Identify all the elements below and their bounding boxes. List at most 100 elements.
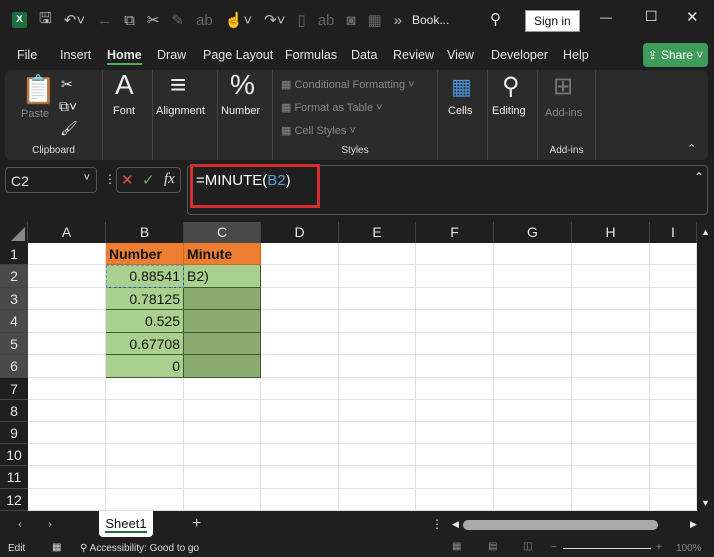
cell-A11[interactable]	[28, 466, 106, 489]
cell-B1[interactable]: Number	[106, 243, 184, 265]
row-header-2[interactable]: 2	[0, 265, 28, 288]
row-header-7[interactable]: 7	[0, 378, 28, 400]
zoom-level[interactable]: 100%	[676, 543, 702, 554]
cell-F11[interactable]	[416, 466, 494, 489]
cell-C4[interactable]	[184, 310, 261, 333]
cell-H3[interactable]	[572, 288, 650, 310]
column-header-H[interactable]: H	[572, 222, 650, 243]
tab-view[interactable]: View	[447, 48, 474, 62]
zoom-out-icon[interactable]: −	[551, 542, 557, 553]
cell-A2[interactable]	[28, 265, 106, 288]
cell-C3[interactable]	[184, 288, 261, 310]
cell-E6[interactable]	[339, 355, 416, 378]
cut-icon[interactable]: ✂	[147, 11, 160, 29]
camera-icon[interactable]: ◙	[346, 12, 355, 29]
tab-formulas[interactable]: Formulas	[285, 48, 337, 62]
cell-A4[interactable]	[28, 310, 106, 333]
row-header-8[interactable]: 8	[0, 400, 28, 422]
alignment-button[interactable]: Alignment	[156, 105, 205, 117]
row-header-1[interactable]: 1	[0, 243, 28, 265]
cell-I2[interactable]	[650, 265, 697, 288]
collapse-ribbon-icon[interactable]: ⌃	[687, 142, 696, 155]
cell-A1[interactable]	[28, 243, 106, 265]
cell-E12[interactable]	[339, 489, 416, 511]
cell-F6[interactable]	[416, 355, 494, 378]
cell-D11[interactable]	[261, 466, 339, 489]
new-file-icon[interactable]: ▯	[297, 11, 305, 29]
cell-D6[interactable]	[261, 355, 339, 378]
cell-I9[interactable]	[650, 422, 697, 444]
cells-button[interactable]: Cells	[448, 105, 472, 117]
accessibility-status[interactable]: ⚲ Accessibility: Good to go	[80, 543, 199, 554]
column-header-I[interactable]: I	[650, 222, 697, 243]
cell-F2[interactable]	[416, 265, 494, 288]
cancel-icon[interactable]: ✕	[121, 171, 134, 189]
tab-insert[interactable]: Insert	[60, 48, 91, 62]
cell-H6[interactable]	[572, 355, 650, 378]
cell-F12[interactable]	[416, 489, 494, 511]
row-header-11[interactable]: 11	[0, 466, 28, 489]
cell-D7[interactable]	[261, 378, 339, 400]
addins-button[interactable]: Add-ins	[545, 107, 582, 119]
sign-in-button[interactable]: Sign in	[525, 10, 580, 32]
vertical-scrollbar[interactable]: ▲ ▼	[697, 222, 714, 511]
name-box[interactable]: C2 ˅	[5, 167, 97, 193]
column-header-F[interactable]: F	[416, 222, 494, 243]
cell-I10[interactable]	[650, 444, 697, 466]
cell-I8[interactable]	[650, 400, 697, 422]
format-as-table-button[interactable]: ▦ Format as Table ˅	[281, 101, 383, 114]
row-header-3[interactable]: 3	[0, 288, 28, 310]
cell-F1[interactable]	[416, 243, 494, 265]
save-icon[interactable]: 🖫	[39, 8, 52, 33]
cell-H12[interactable]	[572, 489, 650, 511]
font-button[interactable]: Font	[113, 105, 135, 117]
column-header-D[interactable]: D	[261, 222, 339, 243]
strikethrough-icon[interactable]: ab	[318, 12, 335, 29]
tab-home[interactable]: Home	[107, 48, 142, 65]
cell-C5[interactable]	[184, 333, 261, 355]
cell-I6[interactable]	[650, 355, 697, 378]
cell-C11[interactable]	[184, 466, 261, 489]
cell-B4[interactable]: 0.525	[106, 310, 184, 333]
row-header-4[interactable]: 4	[0, 310, 28, 333]
cell-H10[interactable]	[572, 444, 650, 466]
cell-B3[interactable]: 0.78125	[106, 288, 184, 310]
cell-A3[interactable]	[28, 288, 106, 310]
cell-I1[interactable]	[650, 243, 697, 265]
cell-B10[interactable]	[106, 444, 184, 466]
cell-H7[interactable]	[572, 378, 650, 400]
cell-C12[interactable]	[184, 489, 261, 511]
cell-styles-button[interactable]: ▦ Cell Styles ˅	[281, 124, 356, 137]
cell-C2[interactable]: B2)	[184, 265, 261, 288]
cell-C10[interactable]	[184, 444, 261, 466]
cell-B2[interactable]: 0.88541	[106, 265, 184, 288]
cell-A12[interactable]	[28, 489, 106, 511]
select-all-button[interactable]	[0, 222, 28, 243]
cell-I5[interactable]	[650, 333, 697, 355]
cell-E1[interactable]	[339, 243, 416, 265]
cell-D12[interactable]	[261, 489, 339, 511]
form-icon[interactable]: ▦	[367, 11, 381, 29]
cell-E5[interactable]	[339, 333, 416, 355]
cell-G10[interactable]	[494, 444, 572, 466]
cell-A9[interactable]	[28, 422, 106, 444]
cell-B8[interactable]	[106, 400, 184, 422]
cell-C9[interactable]	[184, 422, 261, 444]
cell-G2[interactable]	[494, 265, 572, 288]
scroll-left-icon[interactable]: ◀	[452, 519, 459, 530]
tab-help[interactable]: Help	[563, 48, 589, 62]
column-header-E[interactable]: E	[339, 222, 416, 243]
tab-developer[interactable]: Developer	[491, 48, 548, 62]
cell-I12[interactable]	[650, 489, 697, 511]
redo-icon[interactable]: ↷˅	[264, 11, 285, 29]
conditional-formatting-button[interactable]: ▦ Conditional Formatting ˅	[281, 78, 415, 91]
cell-E4[interactable]	[339, 310, 416, 333]
horizontal-scrollbar[interactable]	[463, 520, 658, 530]
cell-E10[interactable]	[339, 444, 416, 466]
cell-G5[interactable]	[494, 333, 572, 355]
cell-A5[interactable]	[28, 333, 106, 355]
cell-F8[interactable]	[416, 400, 494, 422]
cell-B11[interactable]	[106, 466, 184, 489]
cell-E3[interactable]	[339, 288, 416, 310]
cell-D5[interactable]	[261, 333, 339, 355]
